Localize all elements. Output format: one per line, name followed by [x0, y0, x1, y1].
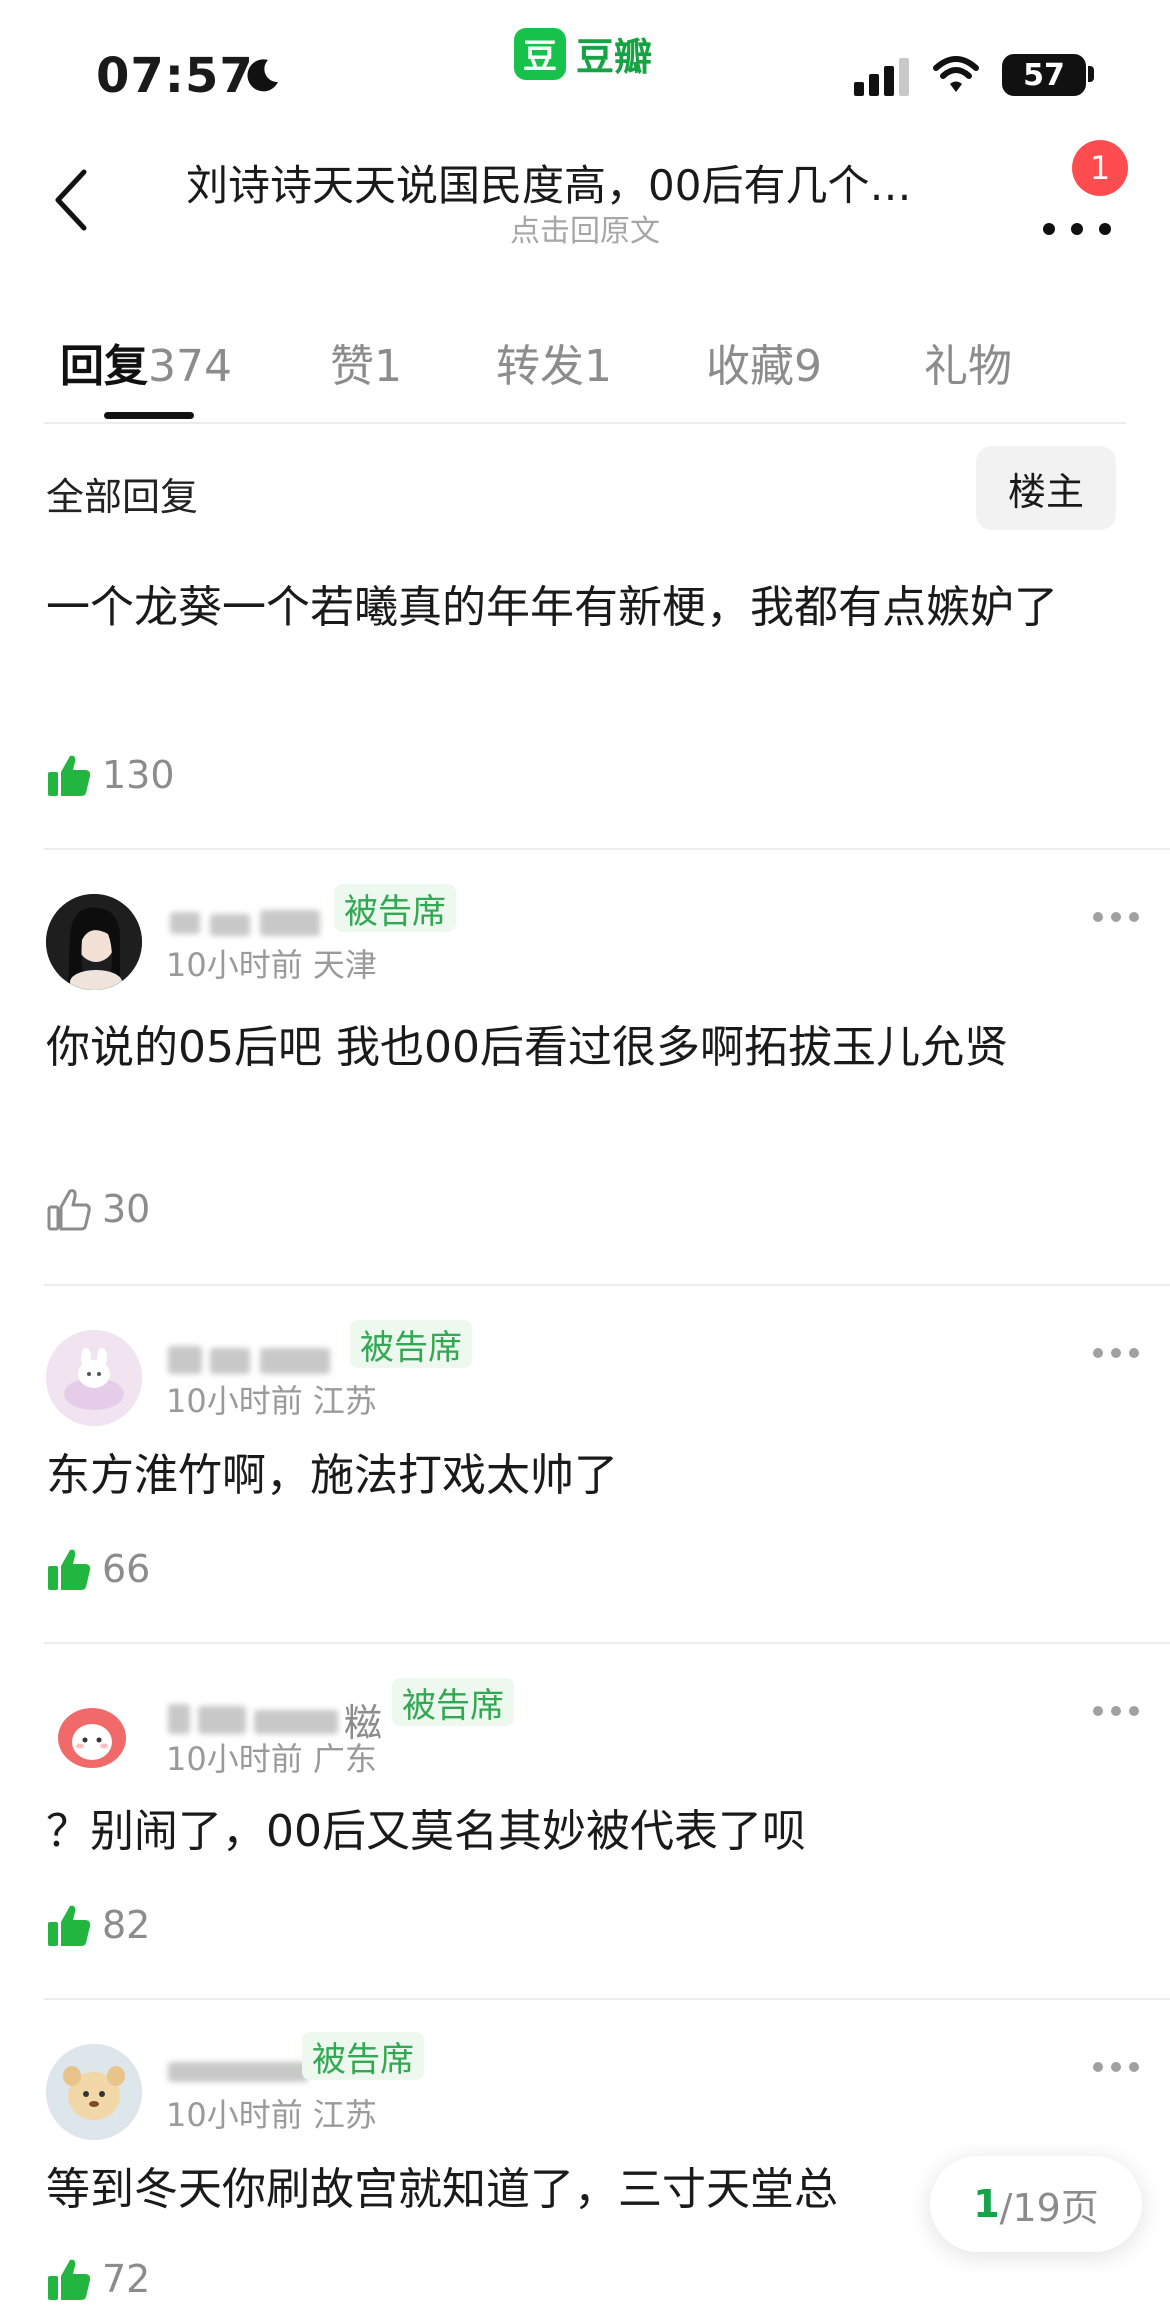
notification-badge: 1: [1072, 140, 1128, 196]
comment-text: 等到冬天你刷故宫就知道了，三寸天堂总: [46, 2164, 838, 2215]
tab-likes[interactable]: 赞1: [330, 330, 402, 394]
header: 刘诗诗天天说国民度高，00后有几个… 点击回原文: [0, 140, 1170, 270]
divider: [44, 1998, 1170, 2000]
comment-time: 10小时前: [166, 946, 303, 984]
thumbs-up-outline-icon: [47, 1189, 91, 1231]
avatar[interactable]: [46, 2044, 142, 2140]
thumbs-up-filled-icon: [48, 1549, 91, 1590]
avatar[interactable]: [46, 1688, 142, 1784]
op-only-button[interactable]: 楼主: [976, 446, 1116, 530]
defendant-tag: 被告席: [334, 884, 456, 932]
tab-gifts[interactable]: 礼物: [924, 330, 1012, 394]
pagination-button[interactable]: 1/19页: [930, 2156, 1142, 2252]
back-to-original-link[interactable]: 点击回原文: [0, 206, 1170, 250]
avatar-image: [46, 2044, 142, 2140]
avatar-image: [46, 1330, 142, 1426]
divider: [44, 848, 1170, 850]
moon-icon: [247, 59, 278, 92]
comment-text: 你说的05后吧 我也00后看过很多啊拓拔玉儿允贤: [46, 1022, 1008, 1073]
thumbs-up-filled-icon: [48, 1905, 91, 1946]
battery-icon: 57: [1002, 54, 1086, 96]
app-name: 豆瓣: [576, 35, 653, 79]
comment-more-icon[interactable]: [1092, 1704, 1140, 1718]
comment-meta: 10小时前 江苏: [166, 2090, 377, 2136]
like-button[interactable]: 130: [46, 752, 175, 798]
tab-label: 礼物: [924, 341, 1012, 392]
comment-location: 天津: [312, 946, 377, 984]
comment-time: 10小时前: [166, 2096, 303, 2134]
username-redacted[interactable]: [166, 2052, 316, 2088]
defendant-tag: 被告席: [392, 1678, 514, 1726]
tab-reposts[interactable]: 转发1: [496, 330, 612, 394]
avatar[interactable]: [46, 1330, 142, 1426]
total-pages: /19页: [999, 2185, 1099, 2230]
douban-logo-icon: 豆: [514, 27, 566, 80]
like-button[interactable]: 72: [46, 2256, 150, 2302]
username-redacted[interactable]: 糍: [166, 1698, 386, 1745]
avatar[interactable]: [46, 894, 142, 990]
like-count: 66: [102, 1547, 151, 1591]
tab-count: 374: [148, 341, 232, 392]
current-page: 1: [973, 2182, 1000, 2226]
post-title[interactable]: 刘诗诗天天说国民度高，00后有几个…: [186, 152, 986, 213]
all-replies-label: 全部回复: [46, 475, 199, 519]
comment-meta: 10小时前 天津: [166, 940, 377, 986]
tabs: 回复374 赞1 转发1 收藏9 礼物: [0, 320, 1170, 430]
divider: [44, 1284, 1170, 1286]
like-button[interactable]: 82: [46, 1902, 150, 1948]
defendant-tag: 被告席: [302, 2032, 424, 2080]
comment-more-icon[interactable]: [1092, 2060, 1140, 2074]
divider: [44, 422, 1126, 424]
thumbs-up-filled-icon: [48, 2259, 91, 2300]
tab-label: 赞: [330, 341, 374, 392]
tab-collections[interactable]: 收藏9: [706, 330, 822, 394]
defendant-tag: 被告席: [350, 1320, 472, 1368]
status-time: 07:57: [96, 48, 254, 104]
comment-location: 江苏: [312, 1382, 377, 1420]
tab-replies[interactable]: 回复374: [60, 330, 232, 394]
avatar-image: [46, 1688, 142, 1784]
username-redacted[interactable]: [166, 904, 326, 940]
active-tab-indicator: [104, 412, 194, 419]
like-count: 72: [102, 2257, 151, 2301]
comment-more-icon[interactable]: [1092, 910, 1140, 924]
tab-label: 转发: [496, 341, 584, 392]
signal-icon: [854, 58, 909, 96]
comment-more-icon[interactable]: [1092, 1346, 1140, 1360]
like-count: 130: [102, 753, 175, 797]
comment-text: 东方淮竹啊，施法打戏太帅了: [46, 1450, 618, 1501]
tab-label: 收藏: [706, 341, 794, 392]
comment-time: 10小时前: [166, 1740, 303, 1778]
comment-text: 一个龙葵一个若曦真的年年有新梗，我都有点嫉妒了: [46, 582, 1058, 633]
thumbs-up-filled-icon: [48, 755, 91, 796]
divider: [44, 1642, 1170, 1644]
like-button[interactable]: 30: [46, 1186, 150, 1232]
avatar-image: [46, 894, 142, 990]
tab-label: 回复: [60, 341, 148, 392]
like-button[interactable]: 66: [46, 1546, 150, 1592]
tab-count: 1: [374, 341, 402, 392]
battery-nub: [1088, 66, 1094, 82]
comment-time: 10小时前: [166, 1382, 303, 1420]
tab-count: 9: [794, 341, 822, 392]
like-count: 82: [102, 1903, 151, 1947]
comment-meta: 10小时前 江苏: [166, 1376, 377, 1422]
more-dots-icon: [1043, 223, 1111, 235]
username-redacted[interactable]: [166, 1340, 336, 1376]
status-bar: 07:57 豆 豆瓣 57: [0, 0, 1170, 140]
tab-count: 1: [584, 341, 612, 392]
comment-location: 广东: [312, 1740, 377, 1778]
wifi-icon: [933, 56, 979, 92]
comment-meta: 10小时前 广东: [166, 1734, 377, 1780]
comment-location: 江苏: [312, 2096, 377, 2134]
comment-text: ？别闹了，00后又莫名其妙被代表了呗: [46, 1806, 806, 1857]
app-badge[interactable]: 豆 豆瓣: [514, 26, 652, 81]
like-count: 30: [102, 1187, 151, 1231]
